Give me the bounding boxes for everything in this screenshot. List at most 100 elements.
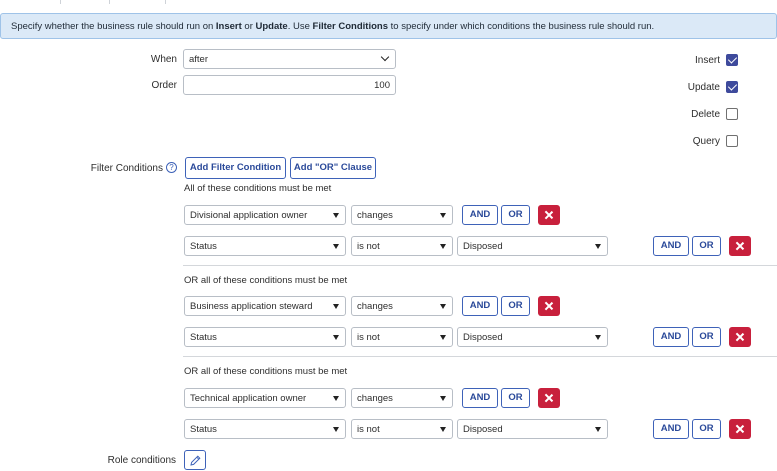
operator-value: is not [357,424,380,435]
when-label: When [150,54,177,65]
group-title: All of these conditions must be met [184,183,332,194]
edit-role-conditions-button[interactable] [184,450,206,470]
or-button[interactable]: OR [692,327,721,347]
caret-down-icon [440,244,446,249]
field-value: Status [190,241,217,252]
caret-down-icon [440,304,446,309]
value-value: Disposed [463,424,503,435]
close-icon[interactable] [729,419,751,439]
condition-field-select[interactable]: Technical application owner [184,388,346,408]
close-icon[interactable] [538,388,560,408]
group-title: OR all of these conditions must be met [184,275,348,286]
field-value: Status [190,424,217,435]
or-button[interactable]: OR [501,205,530,225]
add-or-clause-button[interactable]: Add "OR" Clause [290,157,376,179]
delete-checkbox[interactable] [726,108,738,120]
condition-value-select[interactable]: Disposed [457,419,608,439]
caret-down-icon [333,335,339,340]
caret-down-icon [440,396,446,401]
condition-operator-select[interactable]: is not [351,419,453,439]
add-filter-condition-button[interactable]: Add Filter Condition [185,157,286,179]
banner-update: Update [255,21,288,32]
condition-operator-select[interactable]: changes [351,296,453,316]
condition-value-select[interactable]: Disposed [457,236,608,256]
caret-down-icon [440,427,446,432]
banner-text: Specify whether the business rule should… [11,21,216,32]
top-tab-strip [0,0,777,12]
and-button[interactable]: AND [653,419,689,439]
close-icon[interactable] [538,205,560,225]
top-tab-2[interactable] [110,0,166,4]
operator-value: is not [357,332,380,343]
when-select[interactable]: after [183,49,396,69]
condition-operator-select[interactable]: changes [351,388,453,408]
close-icon[interactable] [729,236,751,256]
condition-field-select[interactable]: Status [184,327,346,347]
filter-conditions-label: Filter Conditions [90,163,163,174]
caret-down-icon [333,427,339,432]
update-label: Update [687,82,720,93]
condition-field-select[interactable]: Status [184,419,346,439]
or-button[interactable]: OR [692,236,721,256]
field-value: Business application steward [190,301,313,312]
operator-value: changes [357,393,393,404]
chevron-down-icon [380,52,390,62]
update-checkbox[interactable] [726,81,738,93]
value-value: Disposed [463,241,503,252]
value-value: Disposed [463,332,503,343]
caret-down-icon [333,213,339,218]
and-button[interactable]: AND [462,388,498,408]
or-button[interactable]: OR [501,388,530,408]
info-banner: Specify whether the business rule should… [0,13,777,39]
caret-down-icon [595,244,601,249]
help-circle-icon[interactable]: ? [166,162,177,173]
top-tab-1[interactable] [60,0,110,4]
or-button[interactable]: OR [501,296,530,316]
group-divider [183,265,777,266]
role-conditions-label: Role conditions [107,455,176,466]
caret-down-icon [440,335,446,340]
group-divider [183,356,777,357]
banner-text: . Use [287,21,313,32]
field-value: Status [190,332,217,343]
condition-field-select[interactable]: Business application steward [184,296,346,316]
order-input[interactable]: 100 [183,75,396,95]
group-title: OR all of these conditions must be met [184,366,348,377]
query-label: Query [692,136,720,147]
and-button[interactable]: AND [462,205,498,225]
caret-down-icon [595,427,601,432]
caret-down-icon [440,213,446,218]
order-label: Order [151,80,177,91]
operator-value: changes [357,301,393,312]
caret-down-icon [333,244,339,249]
condition-operator-select[interactable]: changes [351,205,453,225]
condition-field-select[interactable]: Status [184,236,346,256]
field-value: Technical application owner [190,393,307,404]
and-button[interactable]: AND [462,296,498,316]
banner-insert: Insert [215,21,242,32]
close-icon[interactable] [538,296,560,316]
field-value: Divisional application owner [190,210,308,221]
condition-field-select[interactable]: Divisional application owner [184,205,346,225]
operator-value: changes [357,210,393,221]
when-value: after [189,54,209,65]
and-button[interactable]: AND [653,327,689,347]
caret-down-icon [595,335,601,340]
caret-down-icon [333,304,339,309]
delete-label: Delete [691,109,720,120]
caret-down-icon [333,396,339,401]
or-button[interactable]: OR [692,419,721,439]
close-icon[interactable] [729,327,751,347]
condition-value-select[interactable]: Disposed [457,327,608,347]
insert-checkbox[interactable] [726,54,738,66]
query-checkbox[interactable] [726,135,738,147]
condition-operator-select[interactable]: is not [351,236,453,256]
banner-filter: Filter Conditions [312,21,388,32]
insert-label: Insert [694,55,720,66]
pencil-icon [190,455,201,466]
condition-operator-select[interactable]: is not [351,327,453,347]
and-button[interactable]: AND [653,236,689,256]
operator-value: is not [357,241,380,252]
banner-text: or [241,21,256,32]
banner-text: to specify under which conditions the bu… [388,21,655,32]
